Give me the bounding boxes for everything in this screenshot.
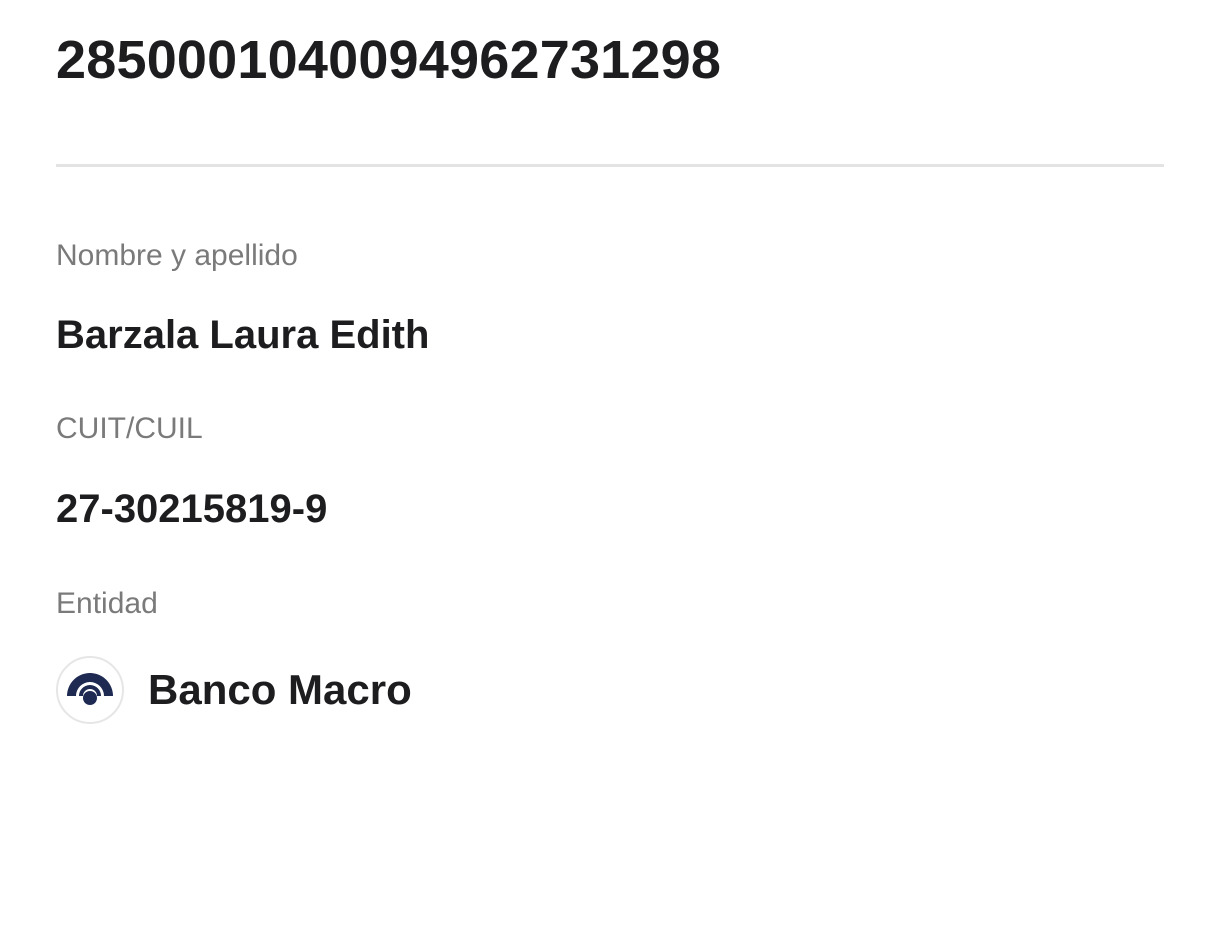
divider	[56, 164, 1164, 167]
entity-label: Entidad	[56, 587, 158, 620]
cuit-value: 27-30215819-9	[56, 487, 328, 531]
entity-row: Banco Macro	[56, 656, 412, 724]
bank-name: Banco Macro	[148, 666, 412, 713]
holder-name-label: Nombre y apellido	[56, 239, 298, 272]
cbu-number: 2850001040094962731298	[56, 30, 722, 90]
holder-name-value: Barzala Laura Edith	[56, 313, 430, 357]
cuit-label: CUIT/CUIL	[56, 412, 203, 445]
banco-macro-logo-icon	[56, 656, 124, 724]
bank-logo-svg	[67, 673, 113, 705]
